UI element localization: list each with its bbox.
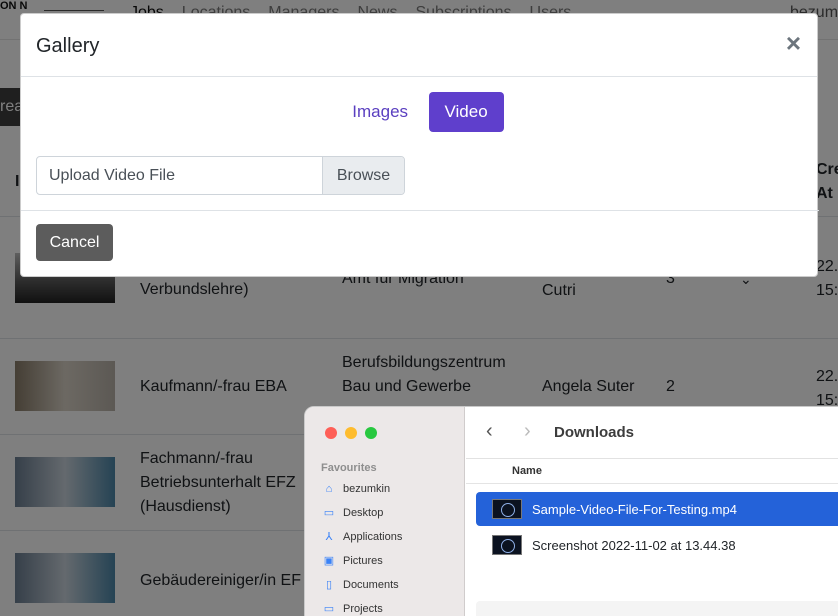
- tab-video[interactable]: Video: [428, 92, 504, 132]
- header-divider: [466, 483, 838, 484]
- video-thumbnail-icon: [492, 499, 522, 519]
- modal-header: Gallery ×: [21, 14, 817, 77]
- media-tabs: Images Video: [21, 92, 819, 132]
- gallery-modal: Gallery × Images Video Upload Video File…: [20, 13, 819, 278]
- close-icon[interactable]: ×: [786, 30, 801, 56]
- sidebar-item-label: Documents: [343, 579, 399, 591]
- cancel-button[interactable]: Cancel: [36, 224, 113, 261]
- back-arrow-icon[interactable]: ‹: [486, 421, 493, 441]
- document-icon: ▯: [325, 579, 333, 591]
- pictures-icon: ▣: [323, 555, 335, 567]
- screenshot-thumbnail-icon: [492, 535, 522, 555]
- modal-footer: Cancel: [21, 210, 819, 278]
- upload-video-label[interactable]: Upload Video File: [37, 157, 322, 194]
- file-name: Screenshot 2022-11-02 at 13.44.38: [532, 537, 736, 553]
- finder-toolbar: ‹ › Downloads: [466, 407, 838, 459]
- location-title[interactable]: Downloads: [554, 424, 634, 441]
- desktop-icon: ▭: [323, 507, 335, 519]
- file-list-empty-row: [476, 601, 838, 616]
- file-row-selected[interactable]: Sample-Video-File-For-Testing.mp4: [476, 492, 838, 526]
- sidebar-item-label: bezumkin: [343, 483, 391, 495]
- browse-button[interactable]: Browse: [322, 157, 404, 194]
- file-picker-dialog: Favourites ⌂ bezumkin ▭ Desktop ⅄ Applic…: [304, 406, 838, 616]
- sidebar-item-pictures[interactable]: ▣ Pictures: [323, 553, 383, 569]
- favourites-heading: Favourites: [321, 462, 377, 474]
- sidebar-item-home[interactable]: ⌂ bezumkin: [323, 481, 390, 497]
- file-row[interactable]: Screenshot 2022-11-02 at 13.44.38: [476, 528, 838, 562]
- folder-icon: ▭: [323, 603, 335, 615]
- sidebar-item-projects[interactable]: ▭ Projects: [323, 601, 383, 616]
- sidebar-item-documents[interactable]: ▯ Documents: [323, 577, 399, 593]
- video-upload-field[interactable]: Upload Video File Browse: [36, 156, 405, 195]
- sidebar-item-label: Projects: [343, 603, 383, 615]
- tab-images[interactable]: Images: [336, 92, 424, 132]
- sidebar-item-label: Applications: [343, 531, 403, 543]
- window-minimize-button[interactable]: [345, 427, 357, 439]
- finder-main: ‹ › Downloads Name Sample-Video-File-For…: [466, 407, 838, 616]
- sidebar-item-applications[interactable]: ⅄ Applications: [323, 529, 403, 545]
- file-name: Sample-Video-File-For-Testing.mp4: [532, 501, 737, 517]
- window-close-button[interactable]: [325, 427, 337, 439]
- window-zoom-button[interactable]: [365, 427, 377, 439]
- applications-icon: ⅄: [325, 531, 333, 543]
- modal-title: Gallery: [36, 35, 100, 57]
- sidebar-item-label: Desktop: [343, 507, 384, 519]
- sidebar-item-desktop[interactable]: ▭ Desktop: [323, 505, 384, 521]
- column-header-name[interactable]: Name: [512, 465, 542, 477]
- finder-sidebar: Favourites ⌂ bezumkin ▭ Desktop ⅄ Applic…: [305, 407, 465, 616]
- home-icon: ⌂: [325, 483, 333, 495]
- sidebar-item-label: Pictures: [343, 555, 383, 567]
- forward-arrow-icon[interactable]: ›: [524, 421, 531, 441]
